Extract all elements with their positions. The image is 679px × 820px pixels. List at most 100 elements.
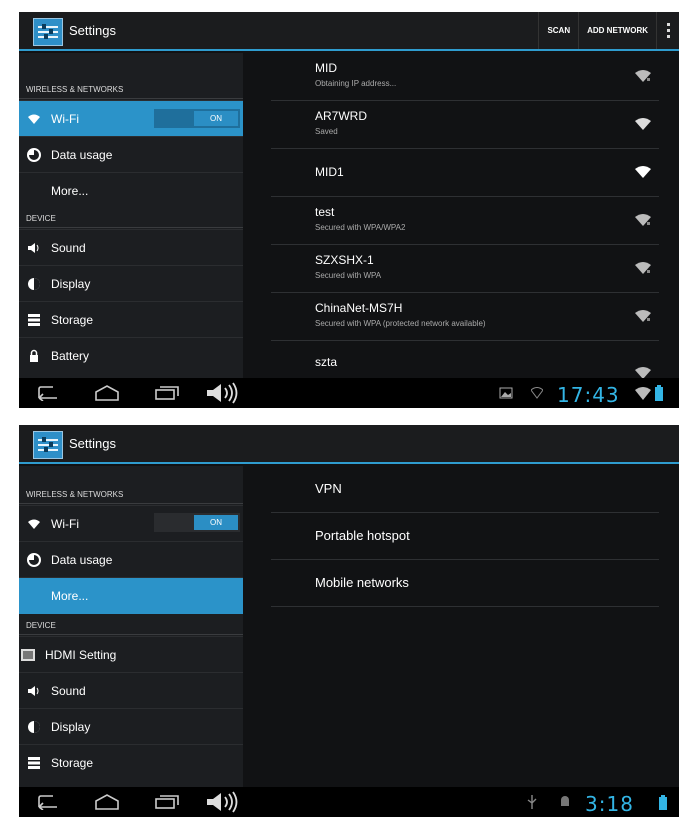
network-status: Saved bbox=[315, 127, 338, 136]
settings-app-icon[interactable] bbox=[33, 431, 63, 459]
sidebar-item-data-usage[interactable]: Data usage bbox=[19, 541, 243, 578]
sidebar-item-sound[interactable]: Sound bbox=[19, 229, 243, 266]
battery-icon bbox=[659, 795, 667, 810]
network-status: Secured with WPA bbox=[315, 271, 382, 280]
wifi-signal-icon bbox=[635, 118, 651, 130]
menu-item-portable-hotspot[interactable]: Portable hotspot bbox=[271, 513, 659, 560]
sidebar-item-storage[interactable]: Storage bbox=[19, 301, 243, 338]
section-header-wireless: WIRELESS & NETWORKS bbox=[19, 63, 243, 99]
recent-apps-icon[interactable] bbox=[154, 385, 180, 401]
more-settings-list: VPN Portable hotspot Mobile networks bbox=[271, 466, 659, 787]
action-buttons: SCAN ADD NETWORK bbox=[538, 12, 679, 49]
sidebar-item-wifi[interactable]: Wi-Fi ON bbox=[19, 100, 243, 137]
menu-item-label: VPN bbox=[315, 481, 342, 496]
network-status: Obtaining IP address... bbox=[315, 79, 397, 88]
android-debug-icon bbox=[561, 796, 569, 806]
sidebar-item-more[interactable]: More... bbox=[19, 577, 243, 614]
sidebar-item-label: Data usage bbox=[51, 553, 113, 567]
volume-icon[interactable] bbox=[205, 791, 241, 813]
back-icon[interactable] bbox=[33, 385, 59, 401]
recent-apps-icon[interactable] bbox=[154, 794, 180, 810]
usb-icon bbox=[527, 795, 537, 809]
wifi-lock-icon bbox=[635, 310, 651, 322]
overflow-menu-icon[interactable] bbox=[656, 12, 679, 49]
settings-app-icon[interactable] bbox=[33, 18, 63, 46]
network-name: AR7WRD bbox=[315, 109, 368, 123]
lock-icon bbox=[27, 349, 41, 363]
network-row[interactable]: MID Obtaining IP address... bbox=[271, 53, 659, 101]
sidebar-item-wifi[interactable]: Wi-Fi ON bbox=[19, 505, 243, 542]
more-settings-screenshot: Settings WIRELESS & NETWORKS Wi-Fi ON Da… bbox=[19, 425, 679, 817]
network-row[interactable]: AR7WRD Saved bbox=[271, 101, 659, 149]
sidebar-item-label: Display bbox=[51, 277, 91, 291]
settings-sidebar: WIRELESS & NETWORKS Wi-Fi ON Data usage … bbox=[19, 466, 243, 787]
menu-item-mobile-networks[interactable]: Mobile networks bbox=[271, 560, 659, 607]
volume-icon[interactable] bbox=[205, 382, 241, 404]
section-header-wireless: WIRELESS & NETWORKS bbox=[19, 466, 243, 504]
brightness-icon bbox=[27, 277, 41, 291]
network-row[interactable]: test Secured with WPA/WPA2 bbox=[271, 197, 659, 245]
wifi-signal-icon bbox=[635, 367, 651, 378]
network-row[interactable]: ChinaNet-MS7H Secured with WPA (protecte… bbox=[271, 293, 659, 341]
battery-icon bbox=[655, 385, 663, 401]
network-name: ChinaNet-MS7H bbox=[315, 301, 403, 315]
menu-item-label: Mobile networks bbox=[315, 575, 409, 590]
back-icon[interactable] bbox=[33, 794, 59, 810]
sidebar-item-label: Storage bbox=[51, 313, 94, 327]
sidebar-item-label: Sound bbox=[51, 684, 86, 698]
wifi-notification-icon bbox=[531, 387, 543, 399]
network-name: test bbox=[315, 205, 335, 219]
network-status: Secured with WPA/WPA2 bbox=[315, 223, 406, 232]
system-nav-bar: 17:43 bbox=[19, 378, 679, 408]
sidebar-item-battery[interactable]: Battery bbox=[19, 337, 243, 374]
sidebar-item-label: Storage bbox=[51, 756, 94, 770]
scan-button[interactable]: SCAN bbox=[538, 12, 578, 49]
wifi-lock-icon bbox=[635, 262, 651, 274]
wifi-lock-icon bbox=[635, 214, 651, 226]
sidebar-item-data-usage[interactable]: Data usage bbox=[19, 136, 243, 173]
speaker-icon bbox=[27, 241, 41, 255]
network-name: MID1 bbox=[315, 165, 344, 179]
wifi-toggle[interactable]: ON bbox=[154, 513, 240, 532]
section-header-device: DEVICE bbox=[19, 208, 243, 228]
storage-icon bbox=[27, 756, 41, 770]
sidebar-item-display[interactable]: Display bbox=[19, 265, 243, 302]
add-network-button[interactable]: ADD NETWORK bbox=[578, 12, 656, 49]
sidebar-item-label: HDMI Setting bbox=[45, 648, 117, 662]
wifi-settings-screenshot: Settings SCAN ADD NETWORK WIRELESS & NET… bbox=[19, 12, 679, 408]
network-name: SZXSHX-1 bbox=[315, 253, 374, 267]
home-icon[interactable] bbox=[94, 793, 120, 811]
sidebar-item-more[interactable]: More... bbox=[19, 172, 243, 209]
menu-item-label: Portable hotspot bbox=[315, 528, 410, 543]
sidebar-item-storage[interactable]: Storage bbox=[19, 744, 243, 781]
home-icon[interactable] bbox=[94, 384, 120, 402]
network-row[interactable]: szta bbox=[271, 341, 659, 378]
app-title: Settings bbox=[69, 23, 116, 38]
wifi-toggle[interactable]: ON bbox=[154, 109, 240, 128]
toggle-on-label: ON bbox=[194, 111, 238, 126]
wifi-signal-icon bbox=[635, 166, 651, 178]
network-name: szta bbox=[315, 355, 338, 369]
hdmi-icon bbox=[21, 648, 35, 662]
network-row[interactable]: MID1 bbox=[271, 149, 659, 197]
sidebar-item-label: Battery bbox=[51, 349, 90, 363]
brightness-icon bbox=[27, 720, 41, 734]
network-row[interactable]: SZXSHX-1 Secured with WPA bbox=[271, 245, 659, 293]
sidebar-item-label: Sound bbox=[51, 241, 86, 255]
settings-sidebar: WIRELESS & NETWORKS Wi-Fi ON Data usage … bbox=[19, 53, 243, 378]
app-title: Settings bbox=[69, 436, 116, 451]
sidebar-item-label: Wi-Fi bbox=[51, 517, 79, 531]
sidebar-item-hdmi[interactable]: HDMI Setting bbox=[19, 636, 243, 673]
menu-item-vpn[interactable]: VPN bbox=[271, 466, 659, 513]
storage-icon bbox=[27, 313, 41, 327]
wifi-network-list: MID Obtaining IP address... AR7WRD Saved… bbox=[271, 53, 659, 378]
sidebar-item-sound[interactable]: Sound bbox=[19, 672, 243, 709]
sidebar-item-display[interactable]: Display bbox=[19, 708, 243, 745]
network-name: MID bbox=[315, 61, 337, 75]
status-clock: 3:18 bbox=[585, 792, 634, 816]
section-header-device: DEVICE bbox=[19, 613, 243, 635]
status-clock: 17:43 bbox=[557, 383, 620, 407]
sidebar-item-label: More... bbox=[51, 184, 89, 198]
sidebar-item-label: Display bbox=[51, 720, 91, 734]
speaker-icon bbox=[27, 684, 41, 698]
